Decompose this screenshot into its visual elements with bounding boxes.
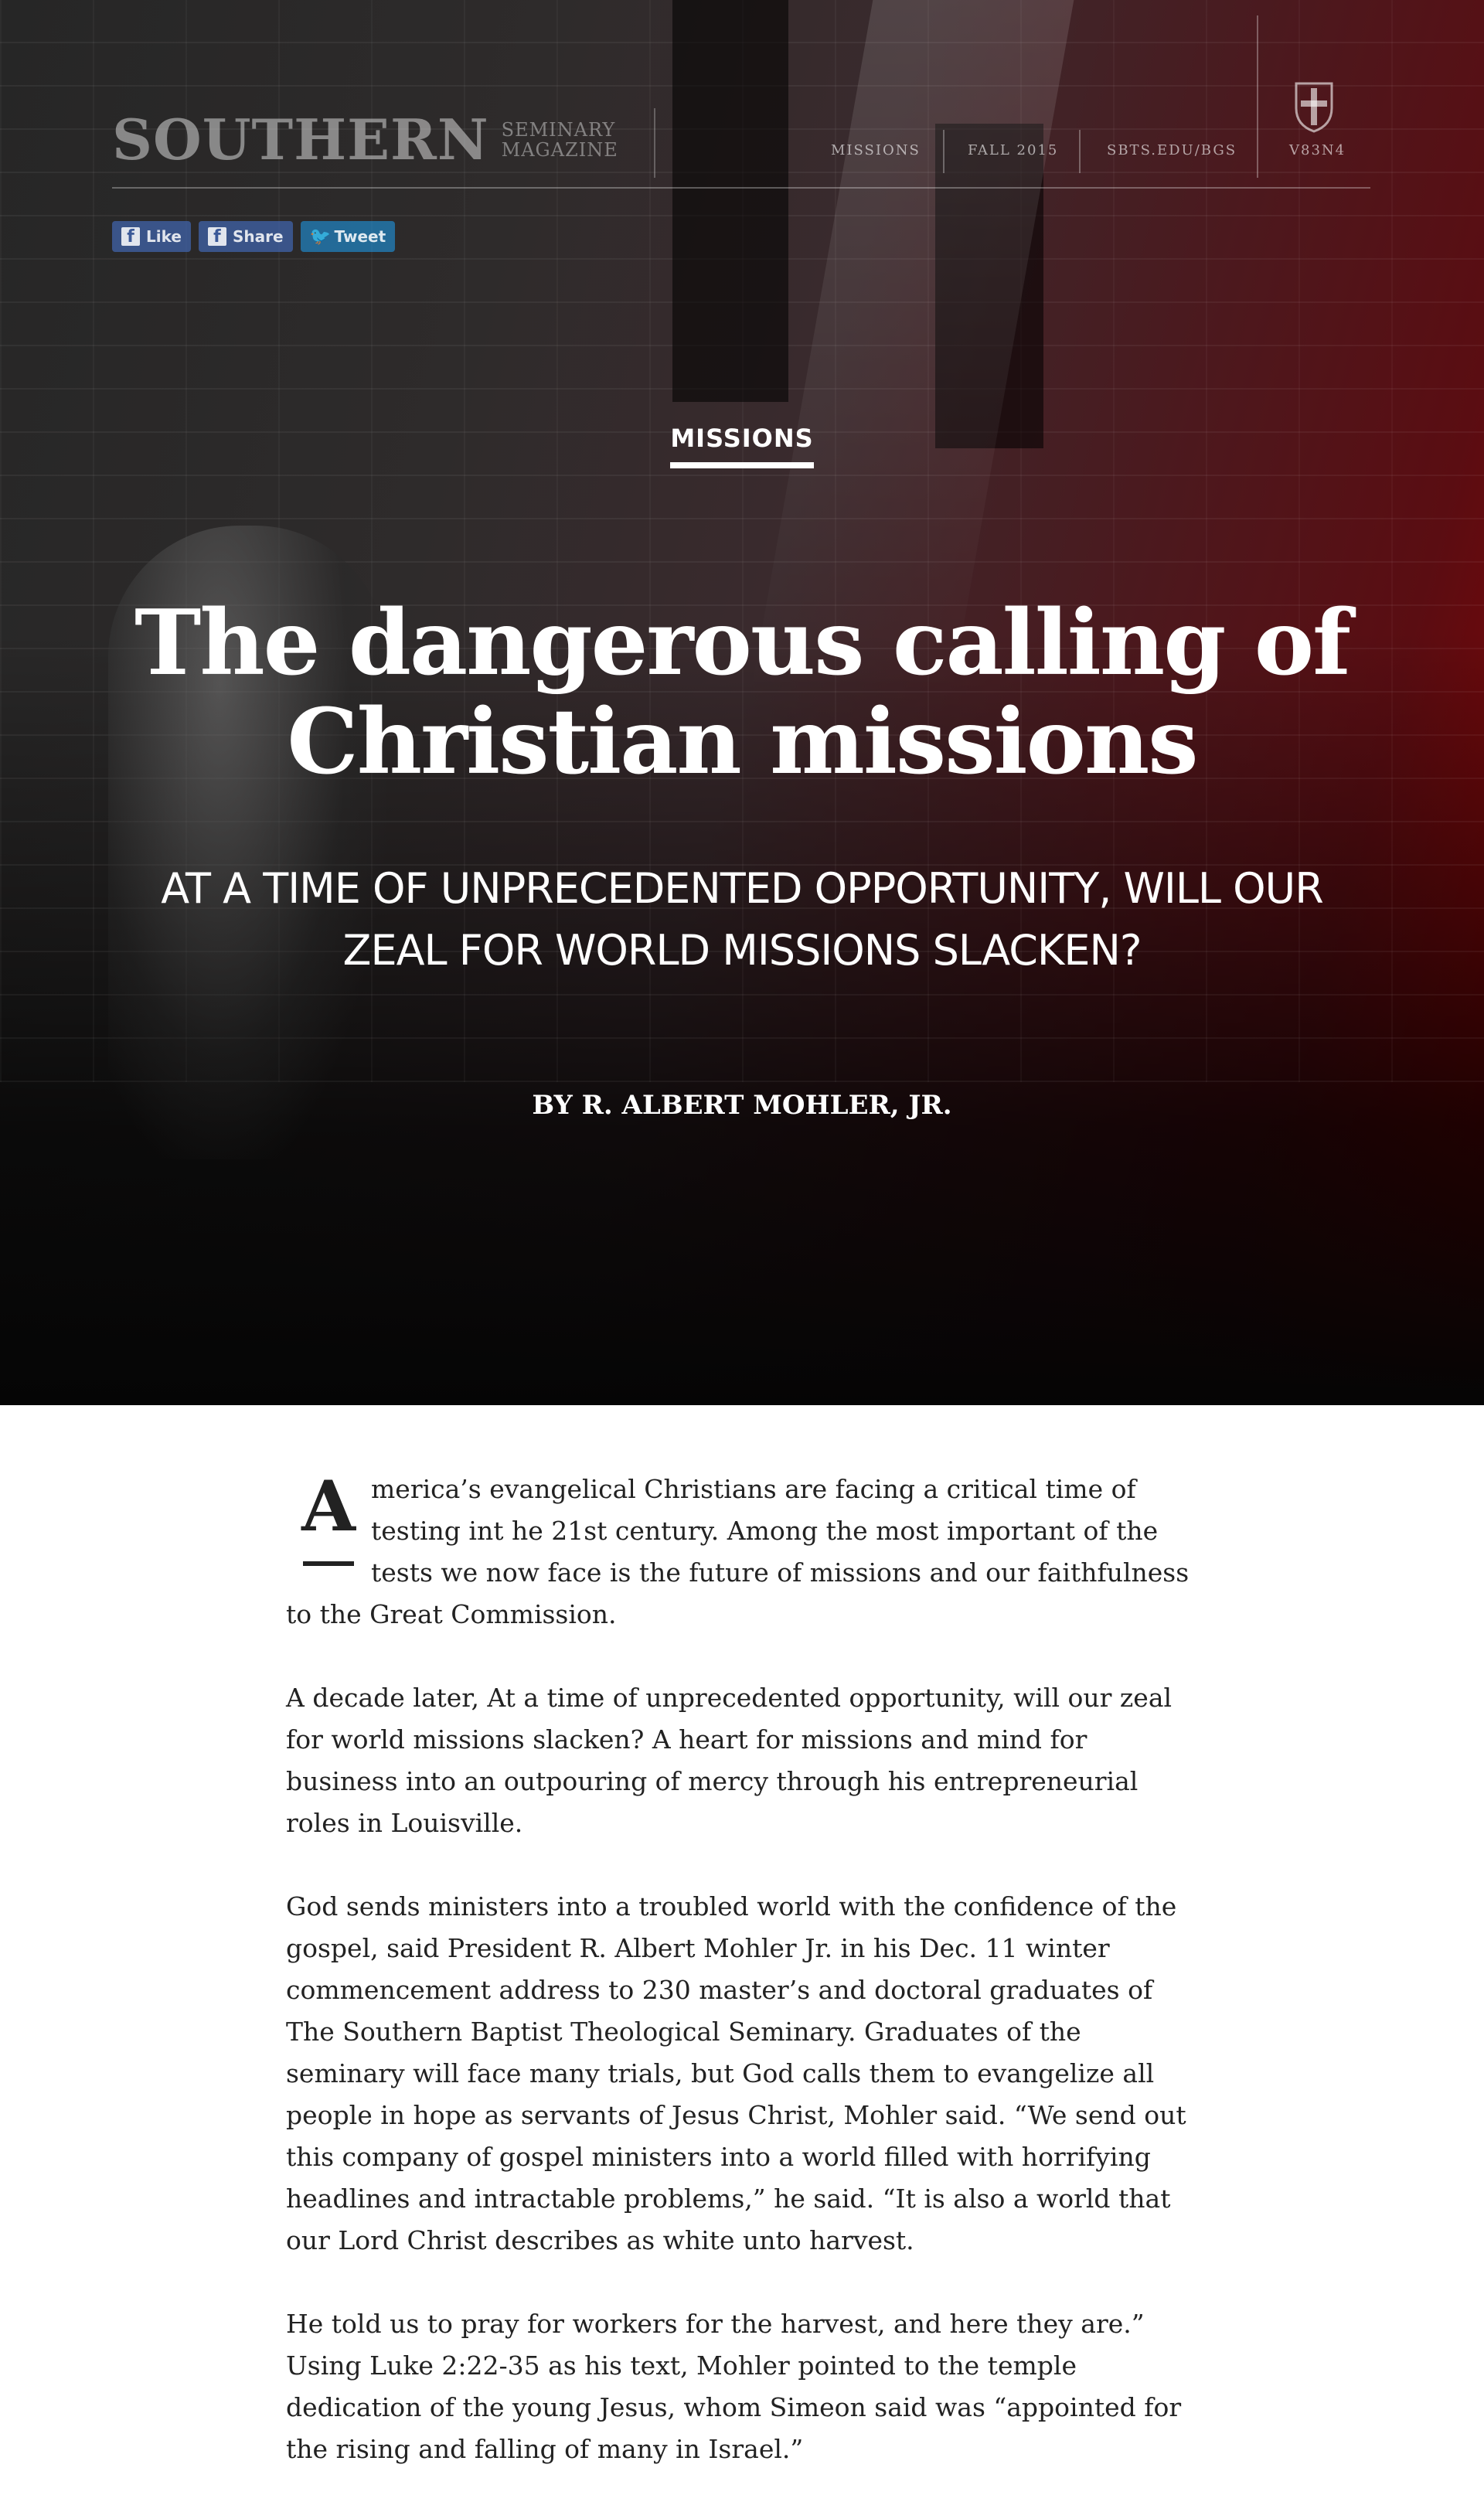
drop-cap-letter: A bbox=[301, 1465, 356, 1547]
social-share-bar: f Like f Share 🐦 Tweet bbox=[112, 221, 396, 252]
nav-link-fall-2015[interactable]: FALL 2015 bbox=[968, 142, 1058, 158]
twitter-tweet-button[interactable]: 🐦 Tweet bbox=[300, 221, 396, 252]
article-paragraph: A merica’s evangelical Christians are fa… bbox=[286, 1469, 1206, 1636]
nav-separator bbox=[1079, 130, 1081, 173]
nav-separator bbox=[943, 130, 945, 173]
article-body: A merica’s evangelical Christians are fa… bbox=[286, 1469, 1206, 2512]
facebook-icon: f bbox=[121, 227, 140, 247]
twitter-bird-icon: 🐦 bbox=[309, 227, 331, 247]
article-paragraph: He told us to pray for workers for the h… bbox=[286, 2309, 1182, 2464]
header-divider bbox=[654, 108, 655, 178]
header-rule bbox=[112, 187, 1370, 189]
facebook-icon: f bbox=[207, 227, 226, 247]
share-label: Share bbox=[232, 227, 284, 246]
facebook-share-button[interactable]: f Share bbox=[198, 221, 293, 252]
like-label: Like bbox=[146, 227, 182, 246]
hero-section: SOUTHERN SEMINARY MAGAZINE MISSIONS FALL… bbox=[0, 0, 1484, 1405]
article-subtitle-line2: ZEAL FOR WORLD MISSIONS SLACKEN? bbox=[342, 926, 1142, 975]
category-label: MISSIONS bbox=[0, 424, 1484, 468]
logo-sub-line1: SEMINARY bbox=[501, 118, 616, 141]
article-paragraph: A decade later, At a time of unprecedent… bbox=[286, 1683, 1173, 1838]
logo-main-text: SOUTHERN bbox=[112, 107, 489, 172]
tweet-label: Tweet bbox=[334, 227, 386, 246]
nav-link-sbts-edu-bgs[interactable]: SBTS.EDU/BGS bbox=[1107, 142, 1237, 158]
article-title-line2: Christian missions bbox=[287, 689, 1198, 795]
article-title: The dangerous calling of Christian missi… bbox=[124, 594, 1360, 791]
category-tag[interactable]: MISSIONS bbox=[670, 424, 814, 468]
hero-background-window bbox=[672, 0, 788, 402]
nav-separator bbox=[1257, 15, 1258, 178]
article-paragraph-text: merica’s evangelical Christians are faci… bbox=[286, 1474, 1190, 1629]
article-title-line1: The dangerous calling of bbox=[134, 591, 1351, 696]
article-subtitle-line1: AT A TIME OF UNPRECEDENTED OPPORTUNITY, … bbox=[161, 864, 1323, 913]
nav-link-missions[interactable]: MISSIONS bbox=[831, 142, 921, 158]
drop-cap: A bbox=[286, 1472, 371, 1566]
logo-sub-text: SEMINARY MAGAZINE bbox=[502, 120, 618, 160]
site-logo[interactable]: SOUTHERN SEMINARY MAGAZINE bbox=[112, 107, 618, 172]
drop-cap-underline bbox=[303, 1561, 354, 1566]
facebook-like-button[interactable]: f Like bbox=[112, 221, 191, 252]
article-paragraph: God sends ministers into a troubled worl… bbox=[286, 1891, 1186, 2255]
volume-label: V83N4 bbox=[1289, 142, 1346, 158]
logo-sub-line2: MAGAZINE bbox=[501, 138, 618, 161]
author-byline: BY R. ALBERT MOHLER, JR. bbox=[532, 1090, 952, 1121]
article-subtitle: AT A TIME OF UNPRECEDENTED OPPORTUNITY, … bbox=[155, 858, 1329, 982]
seminary-crest-icon[interactable] bbox=[1292, 80, 1336, 133]
